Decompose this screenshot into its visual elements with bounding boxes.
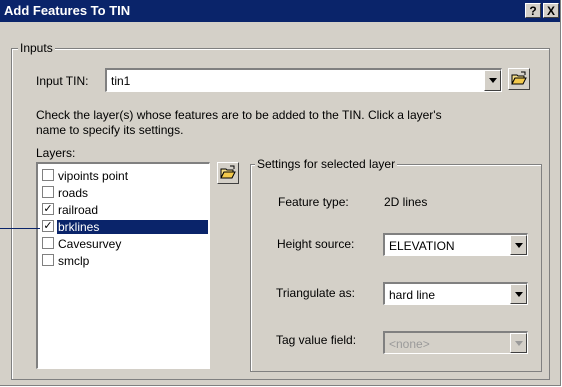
- triangulate-label: Triangulate as:: [276, 286, 355, 300]
- layers-browse-button[interactable]: [217, 162, 239, 184]
- help-button[interactable]: ?: [525, 3, 541, 18]
- add-features-dialog: Add Features To TIN ? X Inputs Input TIN…: [0, 0, 561, 386]
- layer-checkbox[interactable]: ✓: [42, 203, 54, 215]
- layer-checkbox[interactable]: [42, 237, 54, 249]
- list-item[interactable]: ✓ railroad: [40, 201, 208, 218]
- list-item[interactable]: roads: [40, 184, 208, 201]
- instructions-line-2: name to specify its settings.: [36, 123, 184, 137]
- input-tin-value: tin1: [111, 74, 131, 88]
- instructions-line-1: Check the layer(s) whose features are to…: [36, 108, 442, 122]
- feature-type-value: 2D lines: [384, 195, 428, 209]
- layer-name[interactable]: smclp: [58, 254, 89, 268]
- tag-value-dropdown-button[interactable]: [510, 333, 527, 353]
- layer-name[interactable]: brklines: [57, 220, 208, 234]
- settings-group-label: Settings for selected layer: [255, 157, 398, 171]
- feature-type-label: Feature type:: [278, 195, 349, 209]
- layers-label: Layers:: [36, 146, 76, 160]
- height-source-combobox[interactable]: ELEVATION: [383, 233, 528, 256]
- inputs-group-label: Inputs: [18, 41, 55, 55]
- open-folder-icon: [511, 71, 527, 85]
- list-item[interactable]: smclp: [40, 252, 208, 269]
- layer-name[interactable]: Cavesurvey: [58, 237, 121, 251]
- list-item[interactable]: vipoints point: [40, 167, 208, 184]
- list-item[interactable]: ✓ brklines: [40, 218, 208, 235]
- triangulate-dropdown-button[interactable]: [510, 284, 527, 304]
- layer-checkbox[interactable]: [42, 254, 54, 266]
- title-bar[interactable]: Add Features To TIN ? X: [0, 0, 560, 22]
- list-item[interactable]: Cavesurvey: [40, 235, 208, 252]
- triangulate-value: hard line: [389, 288, 436, 302]
- layer-name[interactable]: vipoints point: [58, 169, 128, 183]
- tag-value-combobox[interactable]: <none>: [383, 331, 528, 354]
- height-source-dropdown-button[interactable]: [510, 235, 527, 255]
- open-folder-icon: [220, 165, 236, 179]
- callout-line: [0, 228, 40, 229]
- layer-checkbox[interactable]: ✓: [42, 220, 54, 232]
- input-tin-combobox[interactable]: tin1: [105, 68, 502, 92]
- layers-list[interactable]: vipoints point roads ✓ railroad ✓ brklin…: [36, 162, 210, 369]
- layer-name[interactable]: railroad: [58, 203, 98, 217]
- height-source-label: Height source:: [277, 237, 355, 251]
- height-source-value: ELEVATION: [389, 239, 455, 253]
- layer-checkbox[interactable]: [42, 169, 54, 181]
- tag-value-label: Tag value field:: [276, 333, 357, 347]
- tag-value-value: <none>: [389, 337, 430, 351]
- check-icon: ✓: [43, 220, 53, 232]
- window-title: Add Features To TIN: [4, 3, 131, 18]
- triangulate-combobox[interactable]: hard line: [383, 282, 528, 305]
- input-tin-browse-button[interactable]: [508, 68, 530, 90]
- layer-checkbox[interactable]: [42, 186, 54, 198]
- layer-name[interactable]: roads: [58, 186, 88, 200]
- input-tin-label: Input TIN:: [36, 74, 89, 88]
- input-tin-dropdown-button[interactable]: [484, 70, 501, 91]
- close-button[interactable]: X: [543, 3, 559, 18]
- check-icon: ✓: [43, 203, 53, 215]
